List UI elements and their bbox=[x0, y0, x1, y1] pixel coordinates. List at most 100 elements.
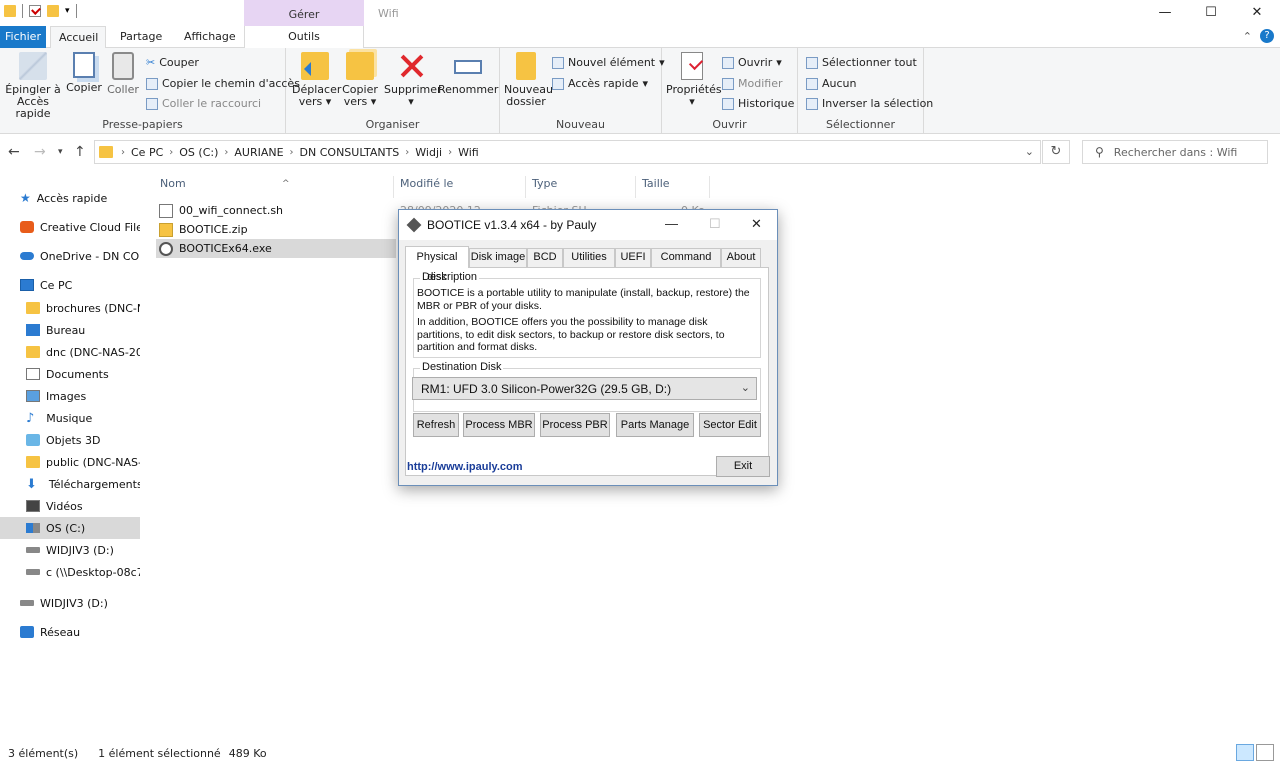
tab-command-line[interactable]: Command line bbox=[651, 248, 721, 280]
breadcrumb-dn-consultants[interactable]: DN CONSULTANTS bbox=[300, 146, 400, 159]
tab-about[interactable]: About bbox=[721, 248, 761, 267]
title-bar: ▾ Gérer Wifi — ☐ ✕ bbox=[0, 0, 1280, 30]
new-item-button[interactable]: Nouvel élément ▾ bbox=[552, 56, 665, 69]
details-view-icon[interactable] bbox=[1236, 744, 1254, 761]
copy-button[interactable]: Copier bbox=[66, 52, 102, 94]
invert-selection-button[interactable]: Inverser la sélection bbox=[806, 97, 933, 110]
exit-button[interactable]: Exit bbox=[716, 456, 770, 477]
minimize-icon[interactable]: — bbox=[1142, 0, 1188, 26]
nav-item-creative-cloud[interactable]: Creative Cloud Files bbox=[0, 216, 140, 238]
scissors-icon: ✂ bbox=[146, 56, 156, 69]
tab-accueil[interactable]: Accueil bbox=[50, 26, 106, 48]
tab-partage[interactable]: Partage bbox=[112, 26, 170, 48]
paste-button[interactable]: Coller bbox=[106, 52, 140, 96]
properties-button[interactable]: Propriétés ▾ bbox=[666, 52, 722, 108]
new-folder-button[interactable]: Nouveau dossier bbox=[504, 52, 553, 108]
chevron-right-icon[interactable]: › bbox=[290, 147, 294, 158]
tab-outils-application[interactable]: Outils d'application bbox=[244, 26, 364, 65]
file-row[interactable]: BOOTICE.zip bbox=[156, 220, 396, 239]
file-row-selected[interactable]: BOOTICEx64.exe bbox=[156, 239, 396, 258]
move-to-button[interactable]: Déplacer vers ▾ bbox=[292, 52, 341, 108]
breadcrumb-auriane[interactable]: AURIANE bbox=[234, 146, 283, 159]
paste-shortcut-button[interactable]: Coller le raccourci bbox=[146, 97, 261, 110]
breadcrumb-os-c[interactable]: OS (C:) bbox=[179, 146, 218, 159]
tab-bcd[interactable]: BCD bbox=[527, 248, 563, 267]
maximize-icon[interactable]: ☐ bbox=[1188, 0, 1234, 26]
minimize-icon[interactable]: — bbox=[665, 216, 678, 231]
column-header-modified[interactable]: Modifié le bbox=[394, 176, 526, 198]
nav-item-onedrive[interactable]: OneDrive - DN CONS bbox=[0, 245, 140, 267]
close-icon[interactable]: ✕ bbox=[751, 216, 762, 232]
nav-item-os-c[interactable]: OS (C:) bbox=[0, 517, 140, 539]
cut-button[interactable]: ✂ Couper bbox=[146, 56, 199, 69]
tab-utilities[interactable]: Utilities bbox=[563, 248, 615, 267]
tab-fichier[interactable]: Fichier bbox=[0, 26, 46, 48]
search-input[interactable]: ⚲ Rechercher dans : Wifi bbox=[1082, 140, 1268, 164]
collapse-ribbon-icon[interactable]: ⌃ bbox=[1243, 30, 1252, 43]
nav-item-documents[interactable]: Documents bbox=[0, 363, 140, 385]
copy-to-button[interactable]: Copier vers ▾ bbox=[340, 52, 380, 108]
chevron-right-icon[interactable]: › bbox=[121, 147, 125, 158]
nav-item-public[interactable]: public (DNC-NAS-2 bbox=[0, 451, 140, 473]
chevron-right-icon[interactable]: › bbox=[169, 147, 173, 158]
nav-item-widjiv3[interactable]: WIDJIV3 (D:) bbox=[0, 539, 140, 561]
breadcrumb-widji[interactable]: Widji bbox=[415, 146, 442, 159]
chevron-right-icon[interactable]: › bbox=[448, 147, 452, 158]
nav-item-musique[interactable]: ♪ Musique bbox=[0, 407, 140, 429]
nav-item-objets-3d[interactable]: Objets 3D bbox=[0, 429, 140, 451]
chevron-right-icon[interactable]: › bbox=[405, 147, 409, 158]
delete-button[interactable]: Supprimer ▾ bbox=[384, 52, 442, 108]
address-dropdown-icon[interactable]: ⌄ bbox=[1025, 145, 1034, 158]
select-none-button[interactable]: Aucun bbox=[806, 77, 857, 90]
nav-item-dnc[interactable]: dnc (DNC-NAS-201 bbox=[0, 341, 140, 363]
nav-item-bureau[interactable]: Bureau bbox=[0, 319, 140, 341]
column-header-size[interactable]: Taille bbox=[636, 176, 710, 198]
nav-item-videos[interactable]: Vidéos bbox=[0, 495, 140, 517]
process-mbr-button[interactable]: Process MBR bbox=[463, 413, 535, 437]
open-button[interactable]: Ouvrir ▾ bbox=[722, 56, 782, 69]
breadcrumb-ce-pc[interactable]: Ce PC bbox=[131, 146, 163, 159]
nav-item-brochures[interactable]: brochures (DNC-NA bbox=[0, 297, 140, 319]
nav-item-images[interactable]: Images bbox=[0, 385, 140, 407]
ipauly-link[interactable]: http://www.ipauly.com bbox=[407, 461, 523, 473]
forward-arrow-icon[interactable]: → bbox=[34, 144, 46, 160]
recent-locations-chevron-icon[interactable]: ▾ bbox=[58, 147, 63, 157]
nav-item-network-drive-c[interactable]: c (\\Desktop-08c7n bbox=[0, 561, 140, 583]
tab-affichage[interactable]: Affichage bbox=[176, 26, 244, 48]
easy-access-button[interactable]: Accès rapide ▾ bbox=[552, 77, 648, 90]
breadcrumb-wifi[interactable]: Wifi bbox=[458, 146, 479, 159]
nav-item-widjiv3-root[interactable]: WIDJIV3 (D:) bbox=[0, 592, 140, 614]
rename-button[interactable]: Renommer bbox=[438, 52, 498, 96]
refresh-button[interactable]: Refresh bbox=[413, 413, 459, 437]
refresh-icon[interactable]: ↻ bbox=[1042, 140, 1070, 164]
edit-button[interactable]: Modifier bbox=[722, 77, 782, 90]
tab-physical-disk[interactable]: Physical disk bbox=[405, 246, 469, 283]
history-button[interactable]: Historique bbox=[722, 97, 794, 110]
close-icon[interactable]: ✕ bbox=[1234, 0, 1280, 26]
pin-quick-access-button[interactable]: Épingler à Accès rapide bbox=[2, 52, 64, 120]
properties-icon[interactable] bbox=[29, 5, 41, 17]
tab-disk-image[interactable]: Disk image bbox=[469, 248, 527, 267]
tab-uefi[interactable]: UEFI bbox=[615, 248, 651, 267]
new-folder-icon[interactable] bbox=[47, 5, 59, 17]
large-icons-view-icon[interactable] bbox=[1256, 744, 1274, 761]
select-all-button[interactable]: Sélectionner tout bbox=[806, 56, 917, 69]
column-header-name[interactable]: Nom ^ bbox=[154, 176, 394, 198]
back-arrow-icon[interactable]: ← bbox=[8, 144, 20, 160]
copy-path-button[interactable]: Copier le chemin d'accès bbox=[146, 77, 300, 90]
qat-dropdown-icon[interactable]: ▾ bbox=[65, 6, 70, 16]
destination-disk-select[interactable]: RM1: UFD 3.0 Silicon-Power32G (29.5 GB, … bbox=[412, 377, 757, 400]
process-pbr-button[interactable]: Process PBR bbox=[540, 413, 610, 437]
nav-item-acces-rapide[interactable]: ★ Accès rapide bbox=[0, 187, 140, 209]
nav-item-reseau[interactable]: Réseau bbox=[0, 621, 140, 643]
chevron-right-icon[interactable]: › bbox=[224, 147, 228, 158]
sector-edit-button[interactable]: Sector Edit bbox=[699, 413, 761, 437]
nav-item-telechargements[interactable]: ⬇ Téléchargements bbox=[0, 473, 140, 495]
file-row[interactable]: 00_wifi_connect.sh bbox=[156, 201, 396, 220]
column-header-type[interactable]: Type bbox=[526, 176, 636, 198]
up-arrow-icon[interactable]: ↑ bbox=[74, 144, 86, 160]
parts-manage-button[interactable]: Parts Manage bbox=[616, 413, 694, 437]
nav-item-ce-pc[interactable]: Ce PC bbox=[0, 274, 140, 296]
address-box[interactable]: › Ce PC › OS (C:) › AURIANE › DN CONSULT… bbox=[94, 140, 1041, 164]
help-icon[interactable]: ? bbox=[1260, 29, 1274, 43]
